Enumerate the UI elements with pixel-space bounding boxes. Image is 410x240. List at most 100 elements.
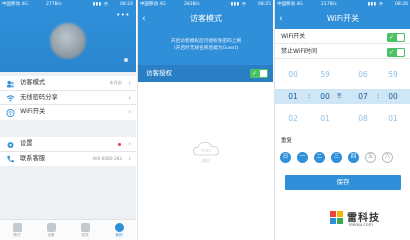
device-icon [46,223,56,232]
notification-dot [118,143,121,146]
menu-item-label: 无线密码分享 [20,93,58,101]
tab-label: 发现 [81,233,89,237]
menu-item-settings[interactable]: 设置 › [0,137,136,152]
speed-text: 277B/s [46,2,62,7]
picker-cell: 01 [320,114,330,123]
schedule-row: 禁止WiFi时间 ✓ [275,45,410,59]
clock-text: 08:25 [258,2,271,7]
day-thu[interactable]: 四 [348,152,359,163]
start-minute[interactable]: 00 [314,89,336,104]
tab-discover[interactable]: 发现 [68,220,102,240]
start-hour[interactable]: 01 [282,89,304,104]
speed-text: 217B/s [321,2,337,7]
signal-icon: ▮▮▮ ◔ [367,2,383,7]
wifi-icon [6,108,15,117]
status-bar: 中国移动 4G 217B/s ▮▮▮ ◔ 08:26 [275,0,410,9]
menu-item-label: WiFi开关 [20,108,46,115]
phone-icon [7,155,15,163]
tab-overview[interactable]: 概况 [0,220,34,240]
day-mon[interactable]: 一 [297,152,308,163]
menu-item-label: 联系客服 [20,154,46,162]
signal-icon: ▮▮▮ ◔ [230,2,246,7]
wifi-share-icon [6,95,15,102]
menu-group-top: 访客模式 未开启 › 无线密码分享 › WiFi开关 › [0,76,136,120]
schedule-toggle[interactable]: ✓ [387,47,405,57]
overview-icon [12,223,22,232]
wifi-toggle[interactable]: ✓ [387,32,405,42]
menu-item-wifi-share[interactable]: 无线密码分享 › [0,91,136,105]
chevron-right-icon: › [128,79,131,87]
guest-auth-label: 访客授权 [146,69,172,77]
tab-label: 概况 [13,233,21,237]
repeat-label: 重复 [281,138,293,144]
wifi-switch-row: WiFi开关 ✓ [275,30,410,44]
check-icon: ✓ [252,70,258,77]
picker-cell: 59 [320,70,330,79]
gear-icon [7,141,14,148]
tab-device[interactable]: 设备 [34,220,68,240]
guest-icon [6,80,15,88]
discover-icon [80,223,90,232]
toggle-knob [397,33,404,41]
to-label: 至 [337,94,342,99]
menu-item-customer-service[interactable]: 联系客服 400-8080-282 › [0,152,136,167]
day-wed[interactable]: 三 [331,152,342,163]
watermark-text: 路由 [202,158,210,163]
toggle-knob [260,70,267,77]
status-bar: 中国移动 4G 283B/s ▮▮▮ ◔ 08:25 [138,0,273,9]
menu-item-guest-mode[interactable]: 访客模式 未开启 › [0,76,136,91]
time-picker[interactable]: 00 59 06 59 01 : 00 至 07 : 00 02 01 08 0… [275,58,410,130]
end-minute[interactable]: 00 [382,89,404,104]
chevron-right-icon: › [128,93,131,102]
menu-item-value: 未开启 [109,80,122,85]
carrier-text: 中国移动 4G [2,2,28,7]
clock-text: 08:24 [120,2,133,7]
toggle-knob [397,48,404,56]
tab-label: 设备 [47,233,55,237]
status-bar: 中国移动 4G 277B/s ▮▮▮ ◔ 08:24 [0,0,136,9]
menu-item-wifi-switch[interactable]: WiFi开关 › [0,105,136,120]
more-dots-icon[interactable]: ••• [116,11,130,19]
wifi-switch-label: WiFi开关 [281,33,306,40]
guest-auth-toggle[interactable]: ✓ [250,69,268,78]
tab-me[interactable]: 我的 [102,220,136,240]
picker-cell: 01 [388,114,398,123]
colon-separator: : [377,92,380,100]
bottom-tab-bar: 概况 设备 发现 我的 [0,219,136,240]
page-title: 访客模式 [190,14,222,23]
chevron-right-icon: › [128,140,131,148]
brand-logo-icon [330,211,344,225]
speed-text: 283B/s [184,2,200,7]
day-tue[interactable]: 二 [314,152,325,163]
end-hour[interactable]: 07 [352,89,374,104]
guest-auth-row: 访客授权 ✓ [138,65,273,82]
picker-cell: 02 [288,114,298,123]
schedule-label: 禁止WiFi时间 [281,48,318,55]
brand-watermark: 雷科技 leikeji.com [330,207,408,235]
check-icon: ✓ [389,48,395,56]
save-button[interactable]: 保存 [285,175,401,190]
avatar[interactable] [50,23,86,59]
day-sun[interactable]: 日 [280,152,291,163]
chevron-right-icon: › [128,154,131,163]
description-line: 开启访客模权后可授权免密码上网 [170,39,242,44]
profile-header: ••• [0,9,136,72]
menu-item-label: 设置 [20,140,33,147]
menu-item-label: 访客模式 [20,79,46,86]
description-line: (开启时无线名称后缀为Guest) [173,46,239,51]
menu-item-value: 400-8080-282 [92,155,122,161]
carrier-text: 中国移动 4G [140,2,166,7]
status-dot [124,58,128,62]
day-sat[interactable]: 六 [382,152,393,163]
screenshot-composite: 中国移动 4G 277B/s ▮▮▮ ◔ 08:24 ••• 访客模式 未开启 … [0,0,410,240]
signal-icon: ▮▮▮ ◔ [92,2,108,7]
svg-text:mac: mac [201,148,212,154]
picker-row-selected: 01 : 00 至 07 : 00 [275,89,410,104]
picker-row-below: 02 01 08 01 [275,111,410,126]
picker-cell: 08 [358,114,368,123]
picker-cell: 06 [358,70,368,79]
brand-name: 雷科技 [347,213,380,224]
picker-row-above: 00 59 06 59 [275,67,410,82]
profile-screen: 中国移动 4G 277B/s ▮▮▮ ◔ 08:24 ••• 访客模式 未开启 … [0,0,136,240]
day-fri[interactable]: 五 [365,152,376,163]
